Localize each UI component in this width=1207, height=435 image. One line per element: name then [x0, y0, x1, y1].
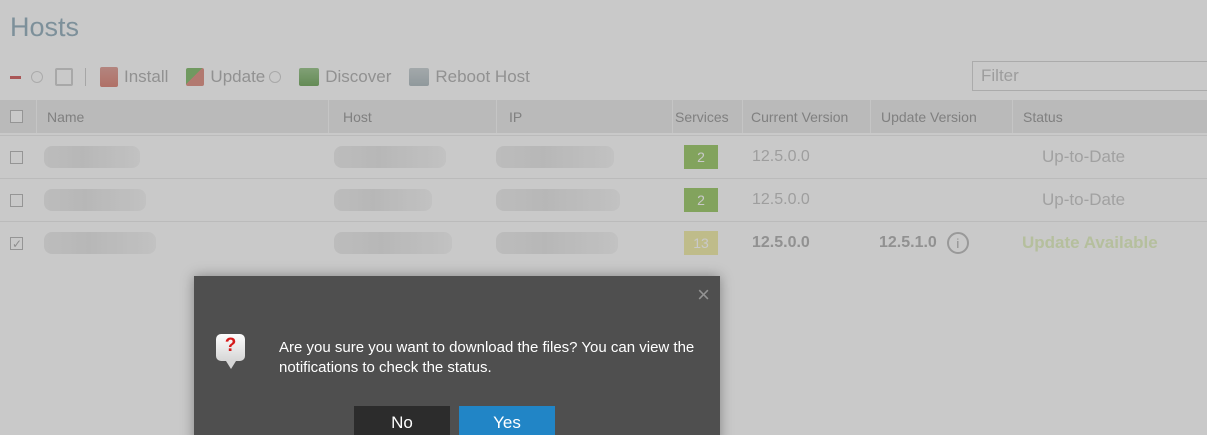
dialog-message: Are you sure you want to download the fi… [279, 339, 695, 376]
close-icon[interactable]: × [697, 284, 710, 306]
question-icon: ? [216, 334, 245, 369]
yes-button[interactable]: Yes [459, 406, 555, 435]
confirm-dialog: × ? Are you sure you want to download th… [194, 276, 720, 435]
question-mark: ? [224, 335, 237, 356]
no-button[interactable]: No [354, 406, 450, 435]
